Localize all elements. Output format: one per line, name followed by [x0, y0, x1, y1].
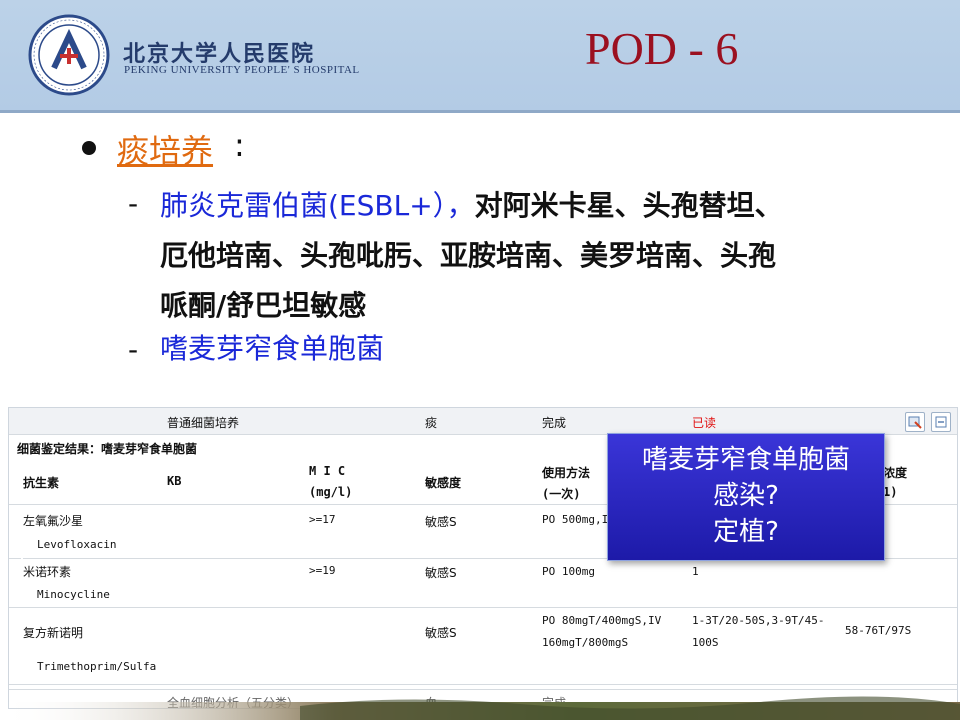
sensitivity-value: 敏感S [425, 626, 457, 640]
callout-colonization: 定植? [713, 517, 779, 547]
bullet-title: 痰培养 [117, 132, 214, 170]
col-header-sensitivity: 敏感度 [425, 476, 462, 490]
antibiotic-cn: 左氧氟沙星 [23, 514, 84, 528]
sensitivity-text-b: 厄他培南、头孢吡肟、亚胺培南、美罗培南、头孢 [160, 239, 777, 272]
hospital-logo [28, 14, 110, 96]
identification-result: 细菌鉴定结果：嗜麦芽窄食单胞菌 [17, 442, 198, 456]
sub-bullet-dash: - [128, 333, 139, 366]
sub-bullet-klebsiella: 肺炎克雷伯菌(ESBL+），对阿米卡星、头孢替坦、 厄他培南、头孢吡肟、亚胺培南… [160, 181, 900, 331]
diagnosis-question-callout: 嗜麦芽窄食单胞菌 感染? 定植? [607, 433, 885, 561]
sensitivity-text-c: 哌酮/舒巴坦敏感 [160, 289, 367, 322]
row-divider [9, 689, 957, 690]
callout-organism: 嗜麦芽窄食单胞菌 [641, 445, 850, 475]
bullet-colon: : [234, 126, 245, 164]
row-divider [9, 684, 957, 685]
read-status: 已读 [692, 416, 717, 430]
sensitivity-text-a: 对阿米卡星、头孢替坦、 [474, 189, 783, 222]
col-header-usage: 使用方法 [542, 466, 591, 480]
sub-bullet-dash: - [128, 187, 139, 220]
col-header-concentration-sub: 1) [883, 485, 898, 499]
culture-order-row[interactable]: 普通细菌培养 痰 完成 已读 [9, 408, 957, 435]
callout-infection: 感染? [713, 481, 779, 511]
antibiotic-en: Trimethoprim/Sulfa [37, 660, 157, 673]
usage-value: PO 80mgT/400mgS,IV [542, 614, 662, 627]
order-name: 普通细菌培养 [167, 416, 240, 430]
antibiotic-en: Minocycline [37, 588, 110, 601]
mic-value: >=17 [309, 513, 336, 526]
col-header-kb: KB [167, 474, 182, 488]
sensitivity-value: 敏感S [425, 566, 457, 580]
usage-value: PO 100mg [542, 565, 595, 578]
sensitivity-value: 敏感S [425, 515, 457, 529]
col-header-mic-unit: (mg/l) [309, 485, 353, 499]
col-header-usage-sub: (一次) [542, 487, 581, 501]
order-status: 完成 [542, 416, 567, 430]
row-divider [9, 558, 21, 559]
slide-header: 北京大学人民医院 PEKING UNIVERSITY PEOPLE' S HOS… [0, 0, 960, 113]
dose-value: 1-3T/20-50S,3-9T/45- [692, 614, 825, 627]
mic-value: >=19 [309, 564, 336, 577]
bottom-decoration [0, 696, 960, 720]
usage-value-2: 160mgT/800mgS [542, 636, 629, 649]
usage-value: PO 500mg,I [542, 513, 609, 526]
order-specimen: 痰 [425, 416, 438, 430]
bullet-dot [82, 141, 96, 155]
concentration-value: 58-76T/97S [845, 624, 912, 637]
collapse-icon[interactable] [931, 412, 951, 432]
dose-value: 1 [692, 565, 699, 578]
org-name-en: PEKING UNIVERSITY PEOPLE' S HOSPITAL [124, 64, 360, 76]
col-header-concentration: 浓度 [883, 466, 908, 480]
row-divider [9, 607, 957, 608]
sub-bullet-stenotrophomonas: 嗜麦芽窄食单胞菌 [160, 332, 385, 365]
organism-klebsiella: 肺炎克雷伯菌(ESBL+）， [160, 189, 475, 222]
col-header-antibiotic: 抗生素 [23, 476, 60, 490]
antibiotic-en: Levofloxacin [37, 538, 117, 551]
antibiotic-cn: 复方新诺明 [23, 626, 84, 640]
print-icon[interactable] [905, 412, 925, 432]
antibiotic-cn: 米诺环素 [23, 565, 72, 579]
dose-value-2: 100S [692, 636, 719, 649]
slide-title: POD - 6 [585, 23, 739, 74]
col-header-mic: M I C [309, 464, 346, 478]
